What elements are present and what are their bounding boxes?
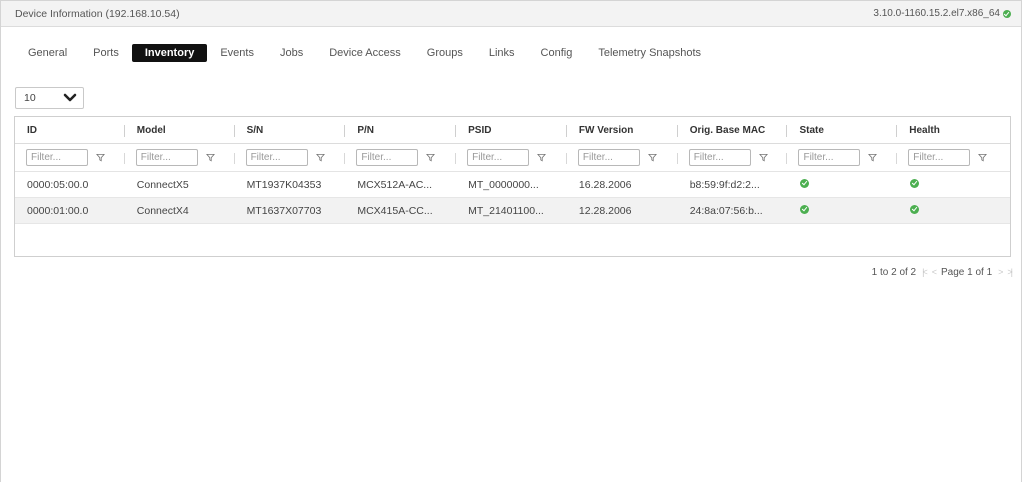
column-header-state[interactable]: State — [787, 117, 898, 143]
cell-health — [897, 178, 1010, 191]
panel-title: Device Information (192.168.10.54) — [15, 7, 180, 20]
table-header: ID Model S/N P/N PSID FW Version Orig. B… — [15, 117, 1010, 144]
column-header-orig-base-mac[interactable]: Orig. Base MAC — [678, 117, 788, 143]
tab-general[interactable]: General — [15, 44, 80, 62]
tab-events[interactable]: Events — [207, 44, 267, 62]
column-label: P/N — [357, 124, 375, 136]
funnel-icon[interactable] — [758, 153, 768, 162]
tab-device-access[interactable]: Device Access — [316, 44, 414, 62]
filter-input-fw-version[interactable] — [577, 149, 640, 166]
funnel-icon[interactable] — [426, 153, 436, 162]
tab-jobs[interactable]: Jobs — [267, 44, 316, 62]
cell-state — [787, 178, 897, 191]
tab-links[interactable]: Links — [476, 44, 528, 62]
check-circle-icon — [800, 178, 810, 188]
filter-cell-psid — [456, 144, 567, 172]
filter-input-health[interactable] — [908, 149, 971, 166]
cell-model: ConnectX5 — [136, 178, 189, 191]
tab-bar: General Ports Inventory Events Jobs Devi… — [15, 42, 714, 64]
filter-cell-fw-version — [567, 144, 678, 172]
funnel-icon[interactable] — [205, 153, 215, 162]
column-label: ID — [27, 124, 37, 136]
tab-groups[interactable]: Groups — [414, 44, 476, 62]
column-label: Health — [909, 124, 940, 136]
filter-input-id[interactable] — [26, 149, 88, 166]
filter-cell-sn — [235, 144, 346, 172]
funnel-icon[interactable] — [978, 153, 988, 162]
cell-id: 0000:05:00.0 — [27, 178, 89, 191]
table-row[interactable]: 0000:05:00.0 ConnectX5 MT1937K04353 MCX5… — [15, 172, 1010, 198]
filter-cell-state — [787, 144, 898, 172]
filter-cell-model — [125, 144, 235, 172]
filter-cell-id — [15, 144, 125, 172]
tab-ports[interactable]: Ports — [80, 44, 132, 62]
cell-orig-base-mac: 24:8a:07:56:b... — [689, 204, 763, 217]
tab-telemetry-snapshots[interactable]: Telemetry Snapshots — [585, 44, 714, 62]
filter-input-state[interactable] — [798, 149, 861, 166]
first-page-icon[interactable]: |< — [922, 267, 927, 277]
column-header-pn[interactable]: P/N — [345, 117, 457, 143]
column-label: S/N — [246, 124, 264, 136]
chevron-down-icon — [63, 93, 77, 102]
page-size-select[interactable]: 10 — [15, 87, 84, 109]
pagination: 1 to 2 of 2 |< < Page 1 of 1 > >| — [801, 264, 1013, 280]
previous-page-icon[interactable]: < — [932, 267, 937, 277]
column-header-id[interactable]: ID — [15, 117, 125, 143]
cell-sn: MT1937K04353 — [246, 178, 322, 191]
table-row[interactable]: 0000:01:00.0 ConnectX4 MT1637X07703 MCX4… — [15, 198, 1010, 224]
cell-health — [897, 204, 1010, 217]
cell-psid: MT_0000000... — [468, 178, 539, 191]
device-version: 3.10.0-1160.15.2.el7.x86_64 — [873, 8, 1011, 19]
next-page-icon[interactable]: > — [998, 267, 1003, 277]
filter-cell-pn — [345, 144, 457, 172]
filter-input-psid[interactable] — [467, 149, 530, 166]
column-label: State — [799, 124, 824, 136]
device-information-panel: Device Information (192.168.10.54) 3.10.… — [0, 0, 1022, 482]
filter-input-pn[interactable] — [356, 149, 419, 166]
column-header-fw-version[interactable]: FW Version — [567, 117, 678, 143]
cell-orig-base-mac: b8:59:9f:d2:2... — [689, 178, 760, 191]
funnel-icon[interactable] — [315, 153, 325, 162]
column-label: Model — [136, 124, 166, 136]
funnel-icon[interactable] — [537, 153, 547, 162]
check-circle-icon — [800, 204, 810, 214]
filter-input-model[interactable] — [135, 149, 198, 166]
tab-config[interactable]: Config — [528, 44, 586, 62]
last-page-icon[interactable]: >| — [1007, 267, 1012, 277]
check-circle-icon — [910, 178, 920, 188]
cell-pn: MCX512A-AC... — [357, 178, 433, 191]
cell-model: ConnectX4 — [136, 204, 189, 217]
filter-input-orig-base-mac[interactable] — [688, 149, 751, 166]
check-circle-icon — [910, 204, 920, 214]
column-header-model[interactable]: Model — [125, 117, 235, 143]
column-header-sn[interactable]: S/N — [235, 117, 346, 143]
tab-inventory[interactable]: Inventory — [131, 44, 208, 62]
cell-fw-version: 16.28.2006 — [578, 178, 632, 191]
funnel-icon[interactable] — [868, 153, 878, 162]
filter-cell-orig-base-mac — [678, 144, 788, 172]
cell-psid: MT_21401100... — [468, 204, 544, 217]
version-text: 3.10.0-1160.15.2.el7.x86_64 — [873, 8, 1000, 19]
cell-state — [787, 204, 897, 217]
filter-cell-health — [897, 144, 1010, 172]
filter-input-sn[interactable] — [245, 149, 308, 166]
page-size-value: 10 — [24, 92, 36, 104]
column-label: PSID — [468, 124, 492, 136]
cell-id: 0000:01:00.0 — [27, 204, 89, 217]
panel-header: Device Information (192.168.10.54) 3.10.… — [1, 1, 1021, 27]
funnel-icon[interactable] — [96, 153, 105, 162]
column-label: Orig. Base MAC — [689, 124, 766, 136]
pager-range: 1 to 2 of 2 — [871, 266, 917, 278]
cell-fw-version: 12.28.2006 — [578, 204, 632, 217]
cell-sn: MT1637X07703 — [246, 204, 322, 217]
funnel-icon[interactable] — [647, 153, 657, 162]
column-label: FW Version — [578, 124, 634, 136]
check-circle-icon — [1003, 9, 1011, 18]
inventory-table: ID Model S/N P/N PSID FW Version Orig. B… — [14, 116, 1011, 257]
cell-pn: MCX415A-CC... — [357, 204, 433, 217]
filter-row — [15, 144, 1010, 172]
column-header-psid[interactable]: PSID — [456, 117, 567, 143]
pager-page: Page 1 of 1 — [940, 266, 993, 278]
column-header-health[interactable]: Health — [897, 117, 1010, 143]
